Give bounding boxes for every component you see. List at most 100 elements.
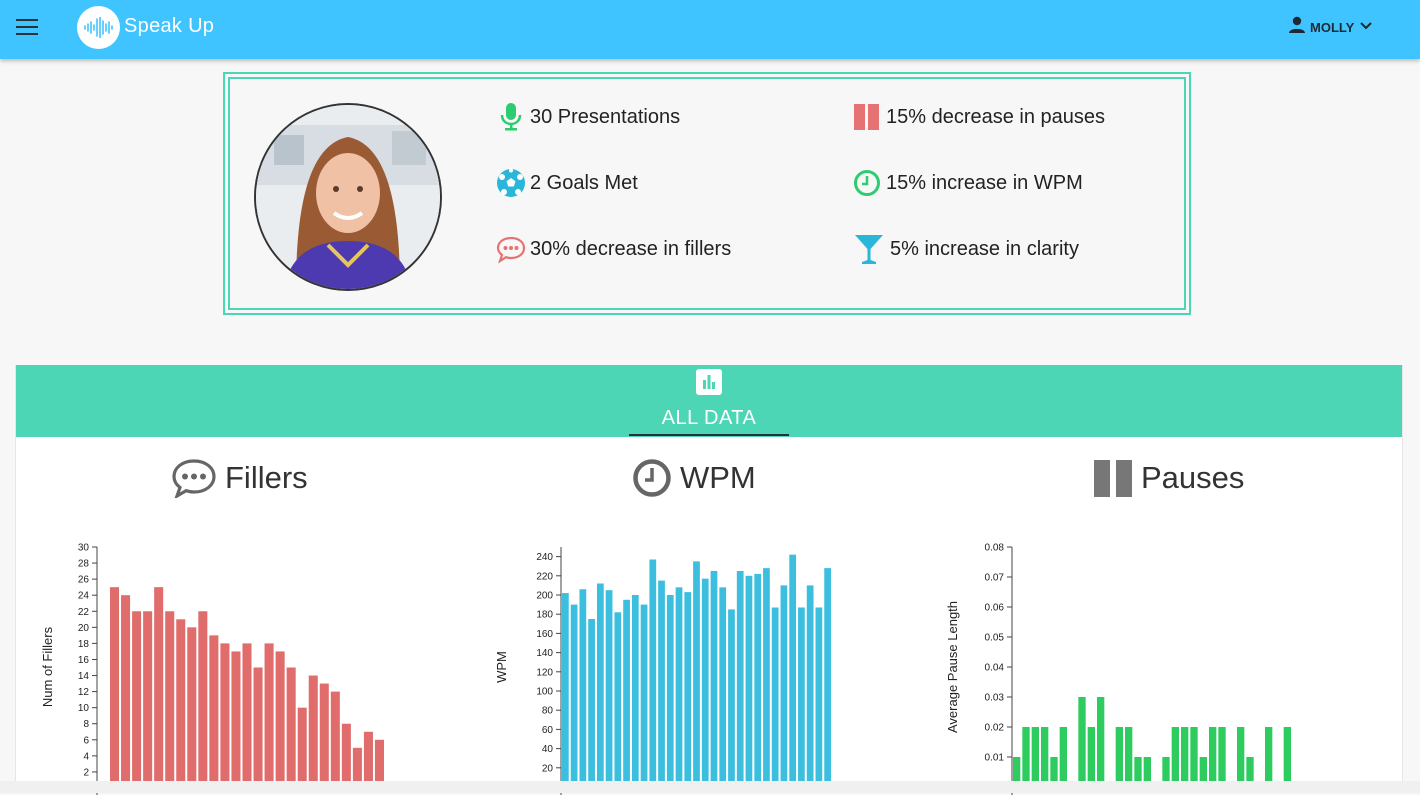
fillers-y-tick-label: 16 — [78, 655, 90, 666]
wpm-bar — [798, 607, 805, 785]
wpm-bar — [684, 592, 692, 785]
fillers-bar — [374, 739, 384, 785]
pauses-bar — [1218, 727, 1226, 785]
pauses-bar — [1265, 727, 1273, 785]
wpm-bar — [806, 585, 814, 785]
fillers-y-tick-label: 14 — [78, 671, 90, 682]
pauses-y-tick-label: 0.05 — [985, 633, 1005, 644]
pause-icon — [852, 102, 882, 132]
fillers-y-tick-label: 30 — [78, 543, 90, 554]
speech-bubble-icon — [496, 234, 526, 264]
wpm-bar — [771, 607, 779, 785]
wpm-y-tick-label: 60 — [542, 725, 554, 736]
pauses-bar — [1078, 697, 1086, 785]
fillers-bar — [209, 635, 219, 785]
fillers-bar — [308, 675, 318, 785]
pauses-bar — [1041, 727, 1049, 785]
fillers-y-axis-label: Num of Fillers — [40, 626, 55, 707]
fillers-y-tick-label: 18 — [78, 639, 90, 650]
tab-active-indicator — [629, 434, 789, 436]
fillers-y-tick-label: 22 — [78, 607, 90, 618]
cocktail-glass-icon — [852, 234, 886, 264]
user-account-menu[interactable]: MOLLY — [1287, 16, 1373, 38]
fillers-bar — [165, 611, 175, 785]
stat-pauses: 15% decrease in pauses — [852, 102, 1105, 132]
data-panel: ALL DATA Fillers WPM Pauses 2 4 6 8 10 12 14 16… — [15, 365, 1403, 795]
fillers-bar — [330, 691, 340, 785]
wpm-bar — [579, 589, 587, 785]
fillers-y-tick-label: 2 — [83, 767, 89, 778]
pauses-y-axis-label: Average Pause Length — [945, 601, 960, 733]
wpm-chart-title: WPM — [632, 458, 756, 498]
fillers-bar — [121, 595, 131, 785]
fillers-bar — [176, 619, 186, 785]
stat-wpm: 15% increase in WPM — [852, 168, 1083, 198]
wpm-y-tick-label: 180 — [536, 610, 553, 621]
stat-clarity: 5% increase in clarity — [852, 234, 1079, 264]
pauses-y-tick-label: 0.04 — [985, 663, 1005, 674]
chart-title-text: Pauses — [1141, 460, 1245, 495]
wpm-bar — [754, 573, 762, 785]
wpm-bar — [763, 568, 770, 785]
wpm-bar — [675, 587, 683, 785]
fillers-bar — [198, 611, 208, 785]
stat-text: 2 Goals Met — [530, 171, 638, 194]
wpm-y-tick-label: 220 — [536, 571, 553, 582]
fillers-bar — [341, 723, 351, 785]
fillers-bar — [286, 667, 296, 785]
fillers-bar — [231, 651, 241, 785]
stat-fillers: 30% decrease in fillers — [496, 234, 731, 264]
chevron-down-icon — [1359, 18, 1373, 36]
soccer-ball-icon — [496, 168, 526, 198]
chart-title-text: Fillers — [225, 460, 308, 495]
wpm-bar — [631, 595, 639, 785]
wpm-bar — [719, 587, 727, 785]
tab-bar: ALL DATA — [16, 365, 1402, 437]
hamburger-menu-icon[interactable] — [16, 19, 38, 37]
pauses-bar — [1171, 727, 1179, 785]
pauses-y-tick-label: 0.03 — [985, 693, 1005, 704]
tab-all-data[interactable]: ALL DATA — [629, 365, 789, 437]
bar-chart-icon — [696, 369, 722, 400]
stat-text: 15% increase in WPM — [886, 171, 1083, 194]
fillers-bar — [154, 587, 164, 785]
wpm-bar — [649, 559, 657, 785]
fillers-bar — [264, 643, 274, 785]
fillers-bar — [253, 667, 263, 785]
stat-text: 30 Presentations — [530, 105, 681, 128]
pause-icon — [1093, 458, 1133, 498]
clock-icon — [852, 168, 882, 198]
wpm-bar — [596, 583, 604, 785]
pauses-bar — [1181, 727, 1189, 785]
fillers-bar — [187, 627, 197, 785]
pauses-bar — [1087, 727, 1095, 785]
wpm-bar — [789, 554, 797, 785]
stat-text: 30% decrease in fillers — [530, 237, 732, 260]
wpm-y-tick-label: 140 — [536, 648, 553, 659]
wpm-bar — [745, 575, 753, 785]
wpm-bar — [736, 571, 744, 785]
fillers-bar — [132, 611, 142, 785]
fillers-y-tick-label: 12 — [78, 687, 90, 698]
wpm-y-tick-label: 80 — [542, 706, 554, 717]
user-name: MOLLY — [1310, 19, 1355, 35]
stat-goals-met: 2 Goals Met — [496, 168, 638, 198]
wpm-bar — [824, 568, 831, 785]
fillers-bar — [297, 707, 307, 785]
avatar — [254, 103, 442, 291]
tab-label: ALL DATA — [661, 407, 757, 429]
wpm-bar — [815, 607, 823, 785]
wpm-bar — [614, 612, 622, 785]
stat-presentations: 30 Presentations — [496, 102, 680, 132]
wpm-bar — [623, 599, 630, 785]
wpm-y-tick-label: 240 — [536, 552, 553, 563]
pauses-bar — [1209, 727, 1217, 785]
pauses-y-tick-label: 0.08 — [985, 543, 1005, 554]
pauses-bar — [1115, 727, 1123, 785]
wpm-bar-chart: 20 40 60 80 100 120 140 160 180 200 220 240 WPM — [494, 547, 831, 795]
wpm-bar — [780, 585, 788, 785]
fillers-y-tick-label: 20 — [78, 623, 90, 634]
fillers-y-tick-label: 8 — [83, 719, 89, 730]
fillers-bar-chart: 24681012141618202224262830Num of Fillers — [40, 543, 384, 795]
soundwave-logo-icon[interactable] — [77, 6, 120, 49]
